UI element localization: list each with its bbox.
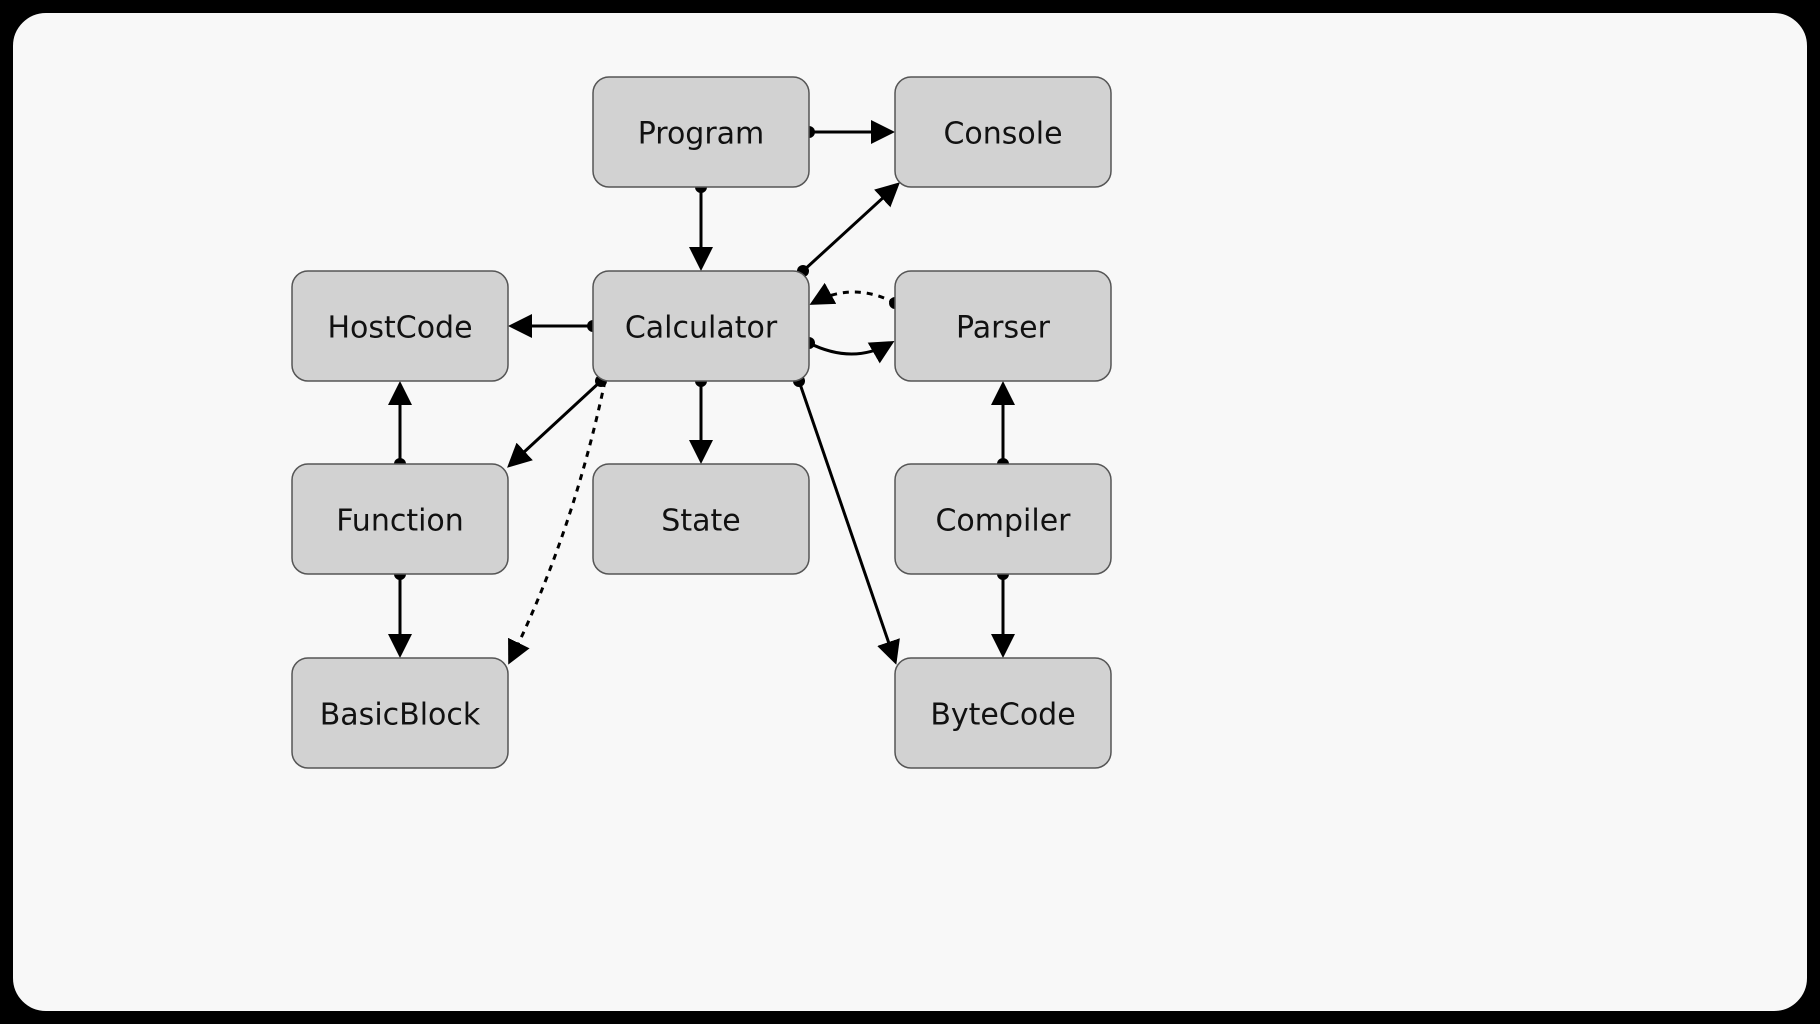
edge-function-hostcode [394, 385, 406, 470]
diagram-svg: Program Console HostCode Calculator Pars… [13, 13, 1813, 1017]
node-parser: Parser [895, 271, 1111, 381]
diagram-frame: Program Console HostCode Calculator Pars… [10, 10, 1810, 1014]
node-bytecode-label: ByteCode [930, 698, 1075, 733]
node-hostcode: HostCode [292, 271, 508, 381]
node-state-label: State [661, 504, 740, 539]
node-hostcode-label: HostCode [327, 311, 472, 346]
node-compiler-label: Compiler [935, 504, 1071, 539]
edge-compiler-bytecode [997, 568, 1009, 654]
edge-program-calculator [695, 181, 707, 267]
node-basicblock-label: BasicBlock [320, 698, 481, 733]
edge-calculator-state [695, 375, 707, 460]
node-calculator: Calculator [593, 271, 809, 381]
edge-calculator-hostcode [512, 320, 599, 332]
node-state: State [593, 464, 809, 574]
edge-calculator-function [510, 375, 607, 465]
edge-function-basicblock [394, 568, 406, 654]
node-console-label: Console [943, 117, 1062, 152]
node-program: Program [593, 77, 809, 187]
node-function: Function [292, 464, 508, 574]
node-compiler: Compiler [895, 464, 1111, 574]
edge-program-console [803, 126, 891, 138]
node-bytecode: ByteCode [895, 658, 1111, 768]
node-parser-label: Parser [956, 311, 1051, 346]
node-program-label: Program [638, 117, 765, 152]
node-console: Console [895, 77, 1111, 187]
node-basicblock: BasicBlock [292, 658, 508, 768]
edge-parser-calculator [813, 292, 901, 309]
edge-compiler-parser [997, 385, 1009, 470]
edge-calculator-parser [803, 337, 891, 354]
node-function-label: Function [336, 504, 464, 539]
node-calculator-label: Calculator [625, 311, 778, 346]
edge-calculator-console [797, 185, 897, 277]
